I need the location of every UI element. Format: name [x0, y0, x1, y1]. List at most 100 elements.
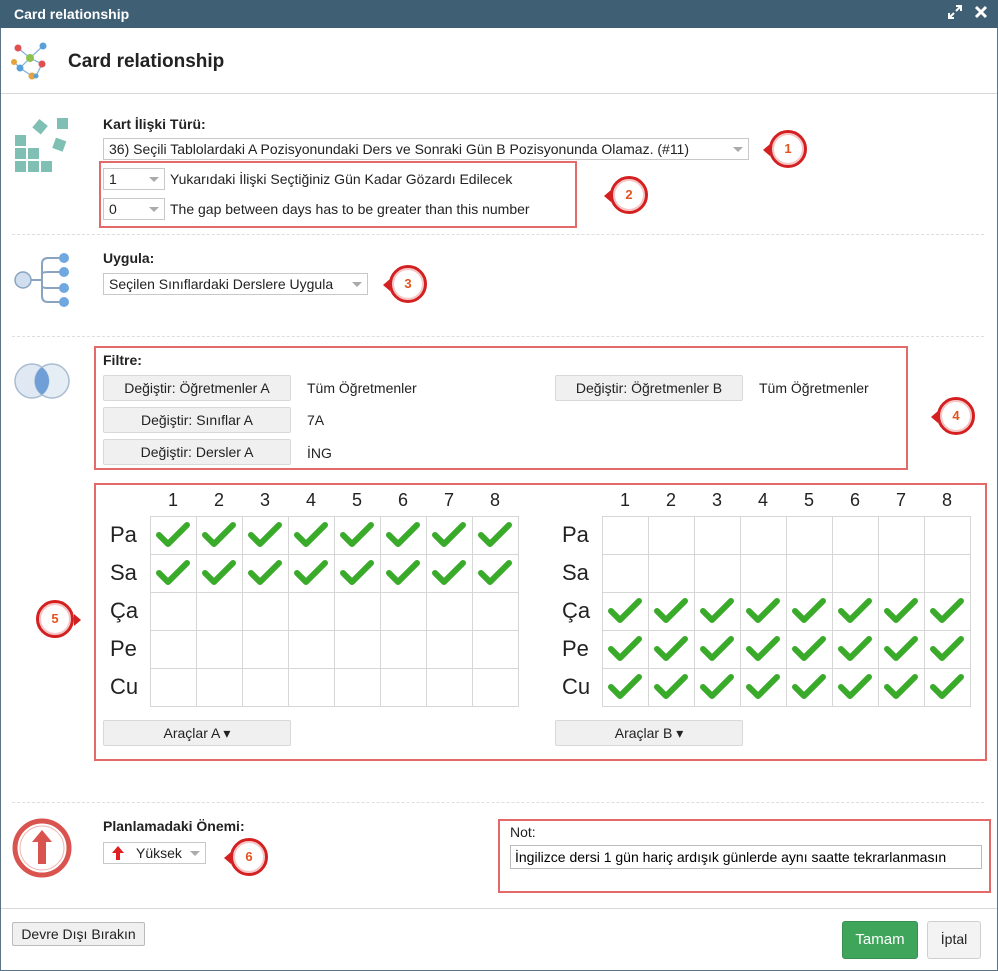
grid-cell[interactable] — [601, 667, 649, 707]
grid-cell[interactable] — [471, 629, 519, 669]
grid-cell[interactable] — [471, 515, 519, 555]
grid-cell[interactable] — [333, 515, 381, 555]
grid-cell[interactable] — [739, 553, 787, 593]
grid-cell[interactable] — [831, 667, 879, 707]
grid-cell[interactable] — [877, 553, 925, 593]
change-subjects-a-button[interactable]: Değiştir: Dersler A — [103, 439, 291, 465]
grid-cell[interactable] — [785, 515, 833, 555]
grid-cell[interactable] — [241, 629, 289, 669]
grid-cell[interactable] — [785, 553, 833, 593]
check-icon — [202, 521, 236, 547]
grid-cell[interactable] — [195, 667, 243, 707]
grid-cell[interactable] — [241, 515, 289, 555]
change-teachers-a-button[interactable]: Değiştir: Öğretmenler A — [103, 375, 291, 401]
grid-cell[interactable] — [693, 667, 741, 707]
tools-a-button[interactable]: Araçlar A ▾ — [103, 720, 291, 746]
grid-cell[interactable] — [647, 553, 695, 593]
grid-cell[interactable] — [149, 515, 197, 555]
grid-cell[interactable] — [425, 667, 473, 707]
grid-cell[interactable] — [333, 629, 381, 669]
tools-b-button[interactable]: Araçlar B ▾ — [555, 720, 743, 746]
grid-cell[interactable] — [785, 591, 833, 631]
grid-cell[interactable] — [149, 667, 197, 707]
grid-cell[interactable] — [471, 591, 519, 631]
grid-cell[interactable] — [739, 515, 787, 555]
grid-cell[interactable] — [601, 553, 649, 593]
apply-select[interactable]: Seçilen Sınıflardaki Derslere Uygula — [103, 273, 368, 295]
grid-cell[interactable] — [241, 553, 289, 593]
grid-cell[interactable] — [831, 553, 879, 593]
grid-cell[interactable] — [693, 629, 741, 669]
grid-cell[interactable] — [923, 629, 971, 669]
cancel-button[interactable]: İptal — [927, 921, 981, 959]
importance-select[interactable]: Yüksek — [103, 842, 206, 864]
grid-cell[interactable] — [379, 515, 427, 555]
ok-button[interactable]: Tamam — [842, 921, 918, 959]
grid-cell[interactable] — [693, 553, 741, 593]
grid-cell[interactable] — [647, 515, 695, 555]
grid-cell[interactable] — [287, 667, 335, 707]
grid-cell[interactable] — [647, 667, 695, 707]
grid-cell[interactable] — [379, 553, 427, 593]
change-classes-a-button[interactable]: Değiştir: Sınıflar A — [103, 407, 291, 433]
grid-cell[interactable] — [831, 591, 879, 631]
grid-cell[interactable] — [923, 515, 971, 555]
grid-cell[interactable] — [601, 629, 649, 669]
note-input[interactable] — [510, 845, 982, 869]
change-teachers-b-button[interactable]: Değiştir: Öğretmenler B — [555, 375, 743, 401]
grid-cell[interactable] — [785, 667, 833, 707]
grid-cell[interactable] — [195, 591, 243, 631]
grid-cell[interactable] — [287, 629, 335, 669]
check-icon — [930, 635, 964, 661]
grid-cell[interactable] — [647, 591, 695, 631]
grid-cell[interactable] — [739, 591, 787, 631]
grid-cell[interactable] — [923, 667, 971, 707]
maximize-icon[interactable] — [948, 5, 962, 23]
grid-cell[interactable] — [739, 667, 787, 707]
grid-cell[interactable] — [877, 667, 925, 707]
grid-cell[interactable] — [195, 553, 243, 593]
grid-cell[interactable] — [471, 553, 519, 593]
grid-cell[interactable] — [287, 515, 335, 555]
grid-cell[interactable] — [287, 553, 335, 593]
grid-cell[interactable] — [785, 629, 833, 669]
grid-cell[interactable] — [647, 629, 695, 669]
grid-cell[interactable] — [923, 591, 971, 631]
relation-type-select[interactable]: 36) Seçili Tablolardaki A Pozisyonundaki… — [103, 138, 749, 160]
grid-cell[interactable] — [287, 591, 335, 631]
grid-cell[interactable] — [739, 629, 787, 669]
grid-cell[interactable] — [379, 629, 427, 669]
grid-cell[interactable] — [831, 629, 879, 669]
grid-cell[interactable] — [877, 629, 925, 669]
grid-cell[interactable] — [425, 591, 473, 631]
grid-cell[interactable] — [601, 515, 649, 555]
grid-cell[interactable] — [241, 591, 289, 631]
grid-cell[interactable] — [241, 667, 289, 707]
period-header: 7 — [895, 490, 906, 511]
grid-cell[interactable] — [693, 515, 741, 555]
grid-cell[interactable] — [379, 591, 427, 631]
grid-cell[interactable] — [877, 515, 925, 555]
gap-days-select[interactable]: 0 — [103, 198, 165, 220]
disable-button[interactable]: Devre Dışı Bırakın — [12, 922, 145, 946]
grid-cell[interactable] — [425, 629, 473, 669]
grid-cell[interactable] — [195, 629, 243, 669]
grid-cell[interactable] — [379, 667, 427, 707]
grid-cell[interactable] — [831, 515, 879, 555]
grid-cell[interactable] — [425, 515, 473, 555]
grid-cell[interactable] — [333, 591, 381, 631]
grid-cell[interactable] — [149, 591, 197, 631]
grid-cell[interactable] — [601, 591, 649, 631]
grid-cell[interactable] — [877, 591, 925, 631]
grid-cell[interactable] — [333, 553, 381, 593]
grid-cell[interactable] — [149, 629, 197, 669]
grid-cell[interactable] — [195, 515, 243, 555]
close-icon[interactable] — [974, 5, 988, 23]
grid-cell[interactable] — [693, 591, 741, 631]
grid-cell[interactable] — [425, 553, 473, 593]
grid-cell[interactable] — [149, 553, 197, 593]
ignore-days-select[interactable]: 1 — [103, 168, 165, 190]
grid-cell[interactable] — [923, 553, 971, 593]
grid-cell[interactable] — [333, 667, 381, 707]
grid-cell[interactable] — [471, 667, 519, 707]
